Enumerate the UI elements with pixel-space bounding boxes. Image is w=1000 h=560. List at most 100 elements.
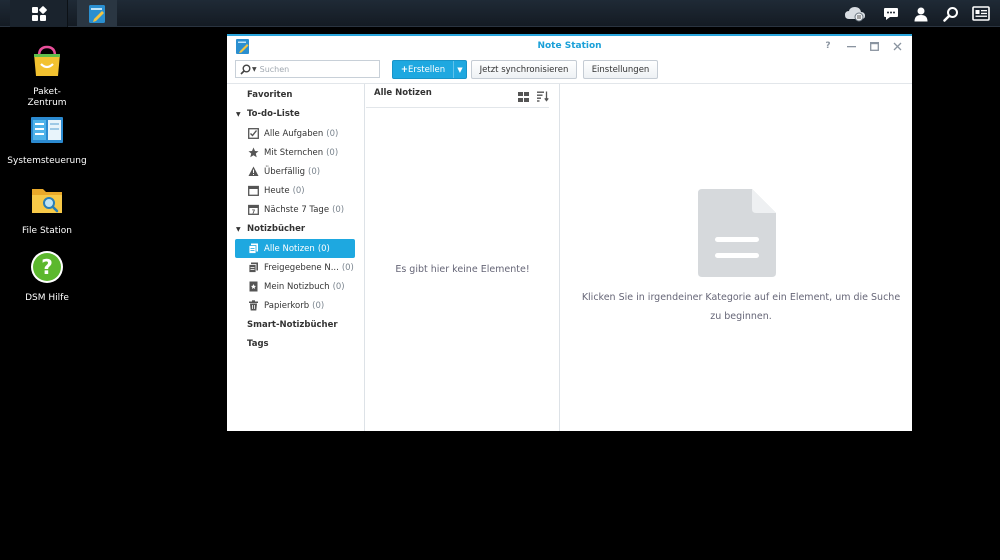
cloud-sync-icon (845, 6, 865, 21)
window-title: Note Station (537, 41, 602, 51)
search-button[interactable] (936, 0, 966, 27)
desktop-icon-file-station[interactable]: File Station (0, 183, 94, 237)
detail-message-line: Klicken Sie in irgendeiner Kategorie auf… (581, 292, 901, 303)
detail-message-line: zu beginnen. (710, 311, 772, 322)
item-count: (0) (308, 166, 321, 177)
file-station-icon (32, 189, 62, 213)
checkbox-icon (248, 128, 259, 139)
note-list-title: Alle Notizen (374, 88, 432, 98)
note-station-icon (89, 4, 105, 23)
item-count: (0) (332, 281, 345, 292)
sidebar-item-label: Mit Sternchen (264, 147, 324, 158)
plus-icon: + (400, 64, 408, 75)
sidebar-item-label: Überfällig (264, 166, 306, 177)
sidebar-item-label: Freigegebene N... (264, 262, 339, 273)
search-icon (943, 6, 958, 22)
grid-view-button[interactable] (518, 87, 529, 106)
calendar-week-icon: 7 (248, 204, 259, 215)
help-icon: ? (31, 251, 63, 283)
maximize-button[interactable] (869, 41, 879, 51)
sidebar-item-next-7-days[interactable]: 7 Nächste 7 Tage (0) (235, 200, 355, 219)
sort-button[interactable] (537, 87, 549, 106)
sync-now-button[interactable]: Jetzt synchronisieren (471, 60, 577, 79)
sidebar-item-starred[interactable]: Mit Sternchen (0) (235, 143, 355, 162)
minimize-button[interactable] (846, 41, 856, 51)
content-area: Favoriten ▼ To-do-Liste Alle Aufgaben (0… (227, 83, 912, 431)
svg-text:7: 7 (252, 209, 256, 215)
widgets-button[interactable] (966, 0, 996, 27)
search-dropdown-icon[interactable]: ▼ (252, 66, 257, 73)
desktop-icon-dsm-help[interactable]: ? DSM Hilfe (0, 250, 94, 304)
warning-icon (248, 166, 259, 177)
sidebar-tags[interactable]: Tags (247, 339, 269, 349)
sort-icon (537, 91, 549, 102)
create-dropdown-button[interactable]: ▼ (453, 61, 466, 78)
sidebar-item-label: Mein Notizbuch (264, 281, 330, 292)
star-icon (248, 147, 259, 158)
desktop-icon-label: DSM Hilfe (25, 293, 69, 303)
sidebar-item-label: Alle Notizen (264, 243, 315, 254)
collapse-arrow-icon[interactable]: ▼ (236, 111, 241, 118)
sidebar-item-label: Alle Aufgaben (264, 128, 324, 139)
desktop-icon-label: File Station (22, 226, 72, 236)
sidebar: Favoriten ▼ To-do-Liste Alle Aufgaben (0… (227, 84, 365, 431)
sidebar-todo-section[interactable]: To-do-Liste (247, 109, 300, 119)
sidebar-favorites[interactable]: Favoriten (247, 90, 292, 100)
main-menu-button[interactable] (10, 0, 68, 27)
search-input[interactable] (259, 64, 370, 74)
desktop-icon-control-panel[interactable]: Systemsteuerung (0, 114, 94, 167)
collapse-arrow-icon[interactable]: ▼ (236, 226, 241, 233)
detail-message: Klicken Sie in irgendeiner Kategorie auf… (561, 288, 912, 326)
cloud-sync-button[interactable] (840, 0, 870, 27)
sidebar-item-trash[interactable]: Papierkorb (0) (235, 296, 355, 315)
sidebar-item-label: Papierkorb (264, 300, 310, 311)
taskbar-note-station-button[interactable] (77, 0, 117, 27)
help-icon: ? (825, 41, 831, 51)
grid-icon (31, 5, 47, 21)
help-button[interactable]: ? (823, 41, 833, 51)
sidebar-item-label: Heute (264, 185, 290, 196)
search-icon (240, 64, 251, 75)
empty-list-message: Es gibt hier keine Elemente! (395, 264, 530, 275)
item-count: (0) (341, 262, 354, 273)
user-button[interactable] (906, 0, 936, 27)
chat-icon (884, 7, 898, 20)
search-box[interactable]: ▼ (235, 60, 380, 78)
window-titlebar[interactable]: Note Station ? (227, 36, 912, 58)
svg-text:?: ? (41, 255, 53, 279)
sidebar-item-all-tasks[interactable]: Alle Aufgaben (0) (235, 124, 355, 143)
item-count: (0) (326, 128, 339, 139)
close-icon (893, 42, 901, 50)
chat-button[interactable] (876, 0, 906, 27)
taskbar (0, 0, 1000, 27)
desktop-icon-label: Systemsteuerung (7, 156, 87, 166)
chevron-down-icon: ▼ (457, 65, 463, 74)
item-count: (0) (326, 147, 339, 158)
create-button[interactable]: +Erstellen ▼ (392, 60, 467, 79)
note-list-panel: Alle Notizen Es gibt hier keine Elemente… (366, 84, 560, 431)
document-icon (698, 189, 776, 277)
sidebar-smart-notebooks[interactable]: Smart-Notizbücher (247, 320, 338, 330)
sidebar-item-today[interactable]: Heute (0) (235, 181, 355, 200)
sidebar-item-label: Nächste 7 Tage (264, 204, 330, 215)
maximize-icon (869, 41, 879, 51)
settings-button[interactable]: Einstellungen (583, 60, 658, 79)
desktop-icon-package-center[interactable]: Paket- Zentrum (0, 44, 94, 109)
sidebar-item-shared-notes[interactable]: Freigegebene N... (0) (235, 258, 355, 277)
sidebar-item-overdue[interactable]: Überfällig (0) (235, 162, 355, 181)
item-count: (0) (332, 204, 345, 215)
widgets-icon (972, 6, 990, 21)
item-count: (0) (292, 185, 305, 196)
package-center-icon (34, 45, 60, 76)
calendar-icon (248, 185, 259, 196)
sidebar-item-all-notes[interactable]: Alle Notizen (0) (235, 239, 355, 258)
user-icon (914, 7, 928, 21)
create-button-label: Erstellen (407, 64, 446, 75)
close-button[interactable] (892, 41, 902, 51)
trash-icon (248, 300, 259, 311)
sidebar-notebooks-section[interactable]: Notizbücher (247, 224, 305, 234)
sidebar-item-my-notebook[interactable]: Mein Notizbuch (0) (235, 277, 355, 296)
toolbar: ▼ +Erstellen ▼ Jetzt synchronisieren Ein… (227, 58, 912, 82)
shared-notes-icon (248, 262, 259, 273)
note-station-window: Note Station ? ▼ +Erstellen ▼ Jetzt (227, 34, 912, 431)
